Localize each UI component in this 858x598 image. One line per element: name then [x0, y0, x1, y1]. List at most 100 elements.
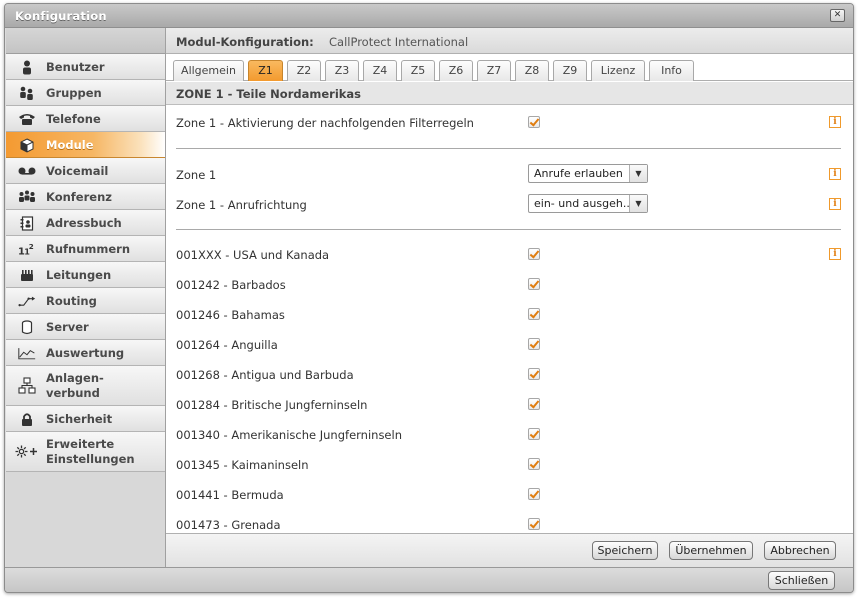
divider	[176, 148, 841, 149]
prefix-checkbox[interactable]	[528, 308, 540, 320]
info-icon[interactable]: i	[829, 168, 841, 180]
info-icon[interactable]: i	[829, 248, 841, 260]
list-item: 001268 - Antigua und Barbuda	[166, 360, 853, 390]
sidebar-item-adressbuch[interactable]: Adressbuch	[6, 210, 165, 236]
tab-allgemein[interactable]: Allgemein	[173, 60, 244, 81]
prefix-label: 001473 - Grenada	[176, 518, 281, 532]
prefix-label: 001441 - Bermuda	[176, 488, 284, 502]
sidebar-item-gruppen[interactable]: Gruppen	[6, 80, 165, 106]
sidebar-item-label: Voicemail	[46, 164, 109, 178]
tab-z2[interactable]: Z2	[287, 60, 321, 81]
tab-z9[interactable]: Z9	[553, 60, 587, 81]
tab-z1[interactable]: Z1	[248, 60, 283, 81]
sidebar-item-anlagenverbund[interactable]: Anlagen-verbund	[6, 366, 165, 406]
sidebar-item-routing[interactable]: Routing	[6, 288, 165, 314]
sidebar-item-label: Telefone	[46, 112, 101, 126]
activation-checkbox[interactable]	[528, 116, 540, 128]
sidebar-item-label-line2: verbund	[46, 386, 100, 400]
tab-z8[interactable]: Z8	[515, 60, 549, 81]
chevron-down-icon: ▼	[629, 165, 647, 182]
advanced-settings-icon	[15, 443, 39, 459]
module-header-title: Modul-Konfiguration:	[176, 35, 314, 49]
zone-label: Zone 1	[176, 168, 217, 182]
direction-select-value: ein- und ausgeh...	[534, 197, 634, 210]
lines-icon	[18, 267, 36, 283]
tab-z6[interactable]: Z6	[439, 60, 473, 81]
prefix-checkbox[interactable]	[528, 368, 540, 380]
sidebar-header	[6, 28, 165, 54]
sidebar-item-label: Module	[46, 138, 94, 152]
sidebar-item-label: Anlagen-verbund	[46, 371, 104, 401]
prefix-label: 001340 - Amerikanische Jungferninseln	[176, 428, 402, 442]
sidebar-item-erweiterte-einstellungen[interactable]: Erweiterte Einstellungen	[6, 432, 165, 472]
phone-icon	[18, 111, 36, 127]
sidebar-item-label: Benutzer	[46, 60, 105, 74]
zone-select[interactable]: Anrufe erlauben ▼	[528, 164, 648, 183]
sidebar-item-label: Server	[46, 320, 89, 334]
list-item: 001340 - Amerikanische Jungferninseln	[166, 420, 853, 450]
window-footer: Schließen	[5, 567, 853, 592]
sidebar-item-leitungen[interactable]: Leitungen	[6, 262, 165, 288]
tab-z4[interactable]: Z4	[363, 60, 397, 81]
tab-bar: Allgemein Z1 Z2 Z3 Z4 Z5 Z6 Z7 Z8 Z9 Liz…	[166, 54, 853, 81]
sidebar-item-module[interactable]: Module	[6, 132, 165, 158]
info-icon[interactable]: i	[829, 116, 841, 128]
settings-list: Zone 1 - Aktivierung der nachfolgenden F…	[166, 106, 853, 533]
sidebar-item-server[interactable]: Server	[6, 314, 165, 340]
server-icon	[18, 319, 36, 335]
sidebar-item-label: Sicherheit	[46, 412, 113, 426]
info-icon[interactable]: i	[829, 198, 841, 210]
close-window-button[interactable]: ✕	[830, 9, 845, 22]
list-item: 001264 - Anguilla	[166, 330, 853, 360]
prefix-checkbox[interactable]	[528, 458, 540, 470]
sidebar-item-label: Erweiterte Einstellungen	[46, 437, 135, 467]
activation-row: Zone 1 - Aktivierung der nachfolgenden F…	[166, 108, 853, 138]
direction-label: Zone 1 - Anrufrichtung	[176, 198, 307, 212]
prefix-label: 001345 - Kaimaninseln	[176, 458, 309, 472]
tab-z7[interactable]: Z7	[477, 60, 511, 81]
sidebar-item-sicherheit[interactable]: Sicherheit	[6, 406, 165, 432]
svg-text:2: 2	[29, 242, 34, 251]
direction-row: Zone 1 - Anrufrichtung ein- und ausgeh..…	[166, 190, 853, 220]
close-button[interactable]: Schließen	[768, 571, 835, 590]
list-item: 001284 - Britische Jungferninseln	[166, 390, 853, 420]
tab-z3[interactable]: Z3	[325, 60, 359, 81]
sidebar-item-label-line1: Erweiterte	[46, 437, 115, 451]
prefix-checkbox[interactable]	[528, 278, 540, 290]
sidebar: Benutzer Gruppen Telefone Module Voicema	[6, 28, 166, 567]
sidebar-item-voicemail[interactable]: Voicemail	[6, 158, 165, 184]
prefix-checkbox[interactable]	[528, 428, 540, 440]
list-item: 001345 - Kaimaninseln	[166, 450, 853, 480]
save-button[interactable]: Speichern	[592, 541, 658, 560]
addressbook-icon	[18, 215, 36, 231]
sidebar-item-label: Auswertung	[46, 346, 125, 360]
sidebar-item-auswertung[interactable]: Auswertung	[6, 340, 165, 366]
direction-select[interactable]: ein- und ausgeh... ▼	[528, 194, 648, 213]
sidebar-item-rufnummern[interactable]: 112 Rufnummern	[6, 236, 165, 262]
sidebar-item-benutzer[interactable]: Benutzer	[6, 54, 165, 80]
zone-select-value: Anrufe erlauben	[534, 167, 623, 180]
prefix-checkbox[interactable]	[528, 398, 540, 410]
cancel-button[interactable]: Abbrechen	[764, 541, 836, 560]
prefix-checkbox[interactable]	[528, 488, 540, 500]
list-item: 001XXX - USA und Kanada i	[166, 240, 853, 270]
prefix-label: 001268 - Antigua und Barbuda	[176, 368, 354, 382]
sidebar-item-konferenz[interactable]: Konferenz	[6, 184, 165, 210]
zone-row: Zone 1 Anrufe erlauben ▼ i	[166, 160, 853, 190]
prefix-checkbox[interactable]	[528, 248, 540, 260]
activation-label: Zone 1 - Aktivierung der nachfolgenden F…	[176, 116, 474, 130]
prefix-checkbox[interactable]	[528, 518, 540, 530]
sidebar-item-label: Adressbuch	[46, 216, 122, 230]
tab-info[interactable]: Info	[649, 60, 694, 81]
sidebar-item-telefone[interactable]: Telefone	[6, 106, 165, 132]
section-title: ZONE 1 - Teile Nordamerikas	[176, 87, 362, 101]
list-item: 001242 - Barbados	[166, 270, 853, 300]
sidebar-item-label: Konferenz	[46, 190, 112, 204]
prefix-checkbox[interactable]	[528, 338, 540, 350]
list-item: 001441 - Bermuda	[166, 480, 853, 510]
tab-lizenz[interactable]: Lizenz	[591, 60, 645, 81]
tab-z5[interactable]: Z5	[401, 60, 435, 81]
section-header: ZONE 1 - Teile Nordamerikas	[166, 82, 853, 105]
apply-button[interactable]: Übernehmen	[669, 541, 753, 560]
prefix-label: 001264 - Anguilla	[176, 338, 278, 352]
